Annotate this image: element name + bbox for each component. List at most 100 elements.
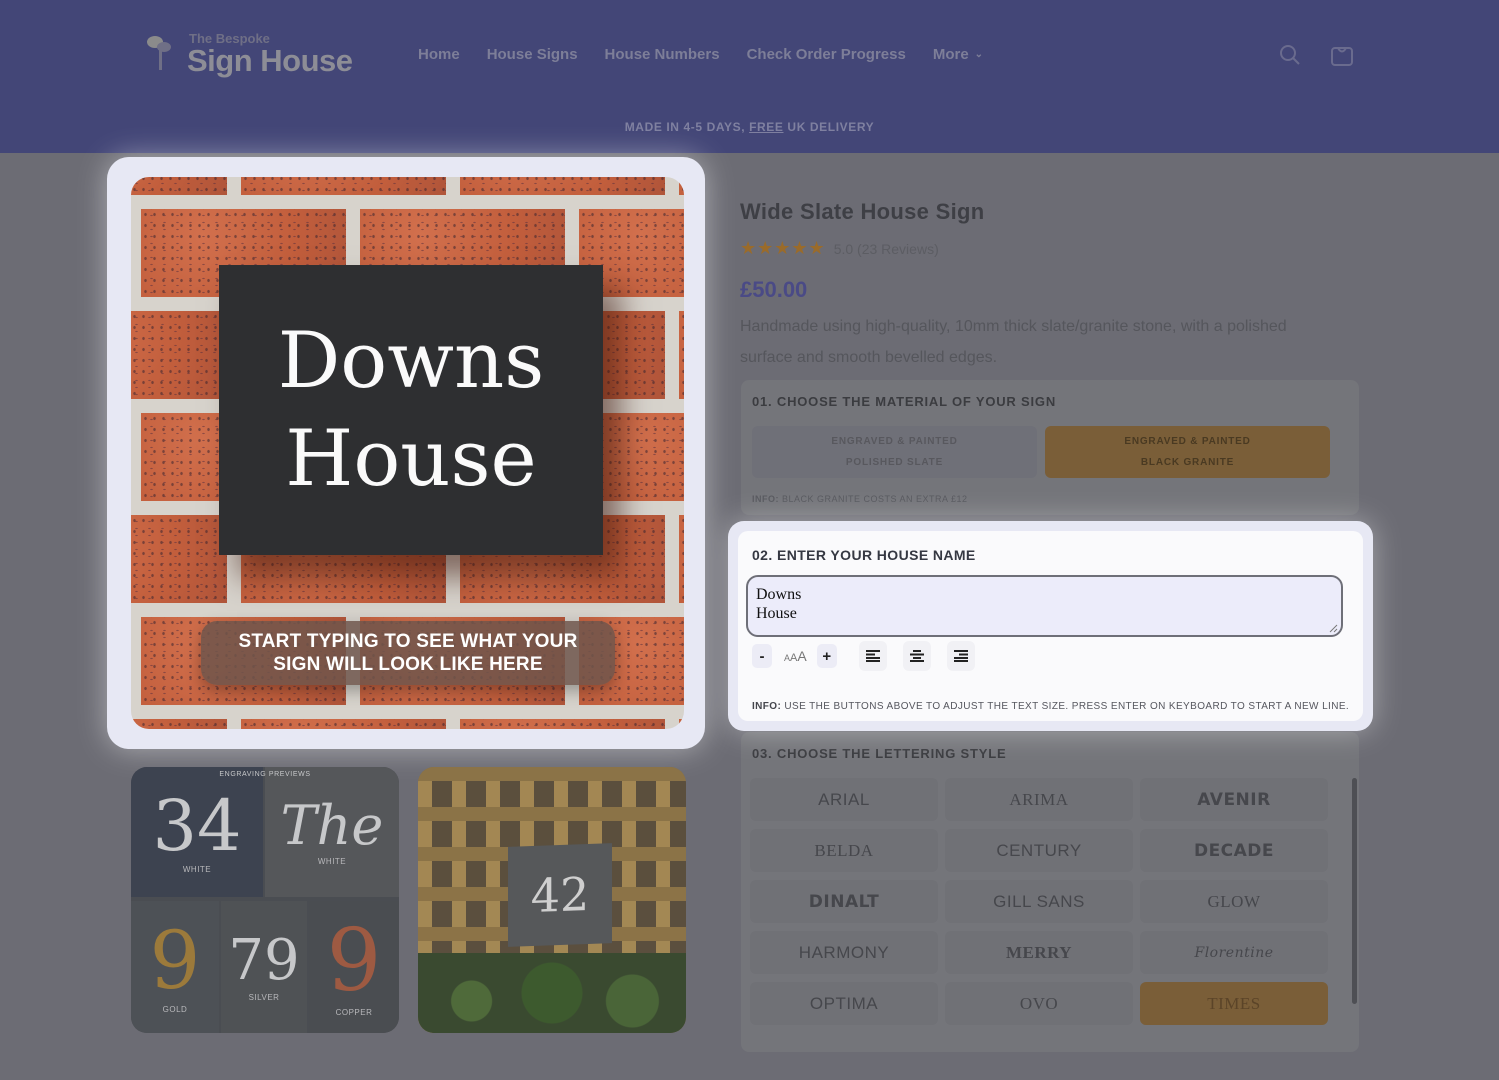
material-section: 01. CHOOSE THE MATERIAL OF YOUR SIGN ENG… xyxy=(741,380,1359,515)
sign-preview-frame: Downs House START TYPING TO SEE WHAT YOU… xyxy=(107,157,705,749)
thumb-number-9-copper: 9 xyxy=(326,910,382,1011)
search-icon[interactable] xyxy=(1277,42,1303,73)
align-center-icon xyxy=(909,650,924,662)
option-line-1: ENGRAVED & PAINTED xyxy=(831,436,958,447)
thumb-caption-gold: GOLD xyxy=(162,1004,188,1014)
slate-sign-preview: Downs House xyxy=(219,265,603,555)
banner-prefix: MADE IN 4-5 DAYS, xyxy=(624,120,750,134)
font-option-harmony[interactable]: HARMONY xyxy=(750,931,938,974)
font-option-arial[interactable]: ARIAL xyxy=(750,778,938,821)
product-rating[interactable]: ★★★★★ 5.0 (23 Reviews) xyxy=(740,238,939,259)
chevron-down-icon: ⌄ xyxy=(974,49,984,60)
thumb-number-34: 34 xyxy=(152,784,242,867)
house-name-input[interactable] xyxy=(746,575,1343,637)
signpost-logo-icon xyxy=(145,32,177,72)
lettering-section: 03. CHOOSE THE LETTERING STYLE ARIAL ARI… xyxy=(741,732,1359,1052)
align-left-button[interactable] xyxy=(858,641,887,671)
thumb-caption-white: WHITE xyxy=(182,864,212,874)
font-option-century[interactable]: CENTURY xyxy=(945,829,1133,872)
brick xyxy=(241,177,446,195)
material-option-polished-slate[interactable]: ENGRAVED & PAINTED POLISHED SLATE xyxy=(752,426,1037,478)
font-option-belda[interactable]: BELDA xyxy=(750,829,938,872)
thumb-caption-silver: SILVER xyxy=(248,992,280,1002)
thumb-number-79: 79 xyxy=(228,927,300,993)
brick xyxy=(679,311,684,399)
font-option-merry[interactable]: MERRY xyxy=(945,931,1133,974)
material-option-black-granite[interactable]: ENGRAVED & PAINTED BLACK GRANITE xyxy=(1045,426,1330,478)
nav-house-signs[interactable]: House Signs xyxy=(487,46,578,63)
info-label: INFO: xyxy=(752,701,782,712)
cart-icon[interactable] xyxy=(1329,42,1355,73)
brick xyxy=(460,177,665,195)
material-info: INFO: BLACK GRANITE COSTS AN EXTRA £12 xyxy=(752,494,968,504)
rating-text: 5.0 (23 Reviews) xyxy=(833,240,939,257)
brick xyxy=(460,719,665,729)
brick xyxy=(131,311,227,399)
align-center-button[interactable] xyxy=(902,641,931,671)
thumb-heading: ENGRAVING PREVIEWS xyxy=(219,771,311,778)
thumb-caption-white-2: WHITE xyxy=(317,856,347,866)
site-header: The Bespoke Sign House Home House Signs … xyxy=(0,0,1499,153)
material-label: 01. CHOOSE THE MATERIAL OF YOUR SIGN xyxy=(752,394,1057,409)
resize-handle-icon[interactable] xyxy=(1328,623,1338,633)
brick xyxy=(241,719,446,729)
text-size-icon: A A A xyxy=(784,648,807,664)
thumb-slate-42: 42 xyxy=(508,843,612,947)
nav-house-numbers[interactable]: House Numbers xyxy=(605,46,720,63)
main-nav: Home House Signs House Numbers Check Ord… xyxy=(418,46,983,63)
increase-size-button[interactable]: + xyxy=(816,644,837,668)
sign-line-1: Downs xyxy=(277,316,545,406)
preview-hint-overlay: START TYPING TO SEE WHAT YOUR SIGN WILL L… xyxy=(201,621,615,685)
info-text: BLACK GRANITE COSTS AN EXTRA £12 xyxy=(779,494,968,504)
align-right-icon xyxy=(953,650,968,662)
nav-more-label: More xyxy=(932,46,969,63)
product-description: Handmade using high-quality, 10mm thick … xyxy=(740,318,1287,366)
nav-check-order-progress[interactable]: Check Order Progress xyxy=(747,46,906,63)
brick xyxy=(131,719,227,729)
font-option-decade[interactable]: DECADE xyxy=(1140,829,1328,872)
product-price: £50.00 xyxy=(740,277,808,302)
align-right-button[interactable] xyxy=(946,641,975,671)
preview-hint-line-1: START TYPING TO SEE WHAT YOUR xyxy=(238,631,578,652)
info-text: USE THE BUTTONS ABOVE TO ADJUST THE TEXT… xyxy=(781,701,1350,712)
house-name-info: INFO: USE THE BUTTONS ABOVE TO ADJUST TH… xyxy=(752,701,1349,712)
nav-more[interactable]: More ⌄ xyxy=(933,46,983,63)
nav-home[interactable]: Home xyxy=(418,46,460,63)
option-line-1: ENGRAVED & PAINTED xyxy=(1124,436,1251,447)
font-option-avenir[interactable]: AVENIR xyxy=(1140,778,1328,821)
font-option-arima[interactable]: ARIMA xyxy=(945,778,1133,821)
font-options-grid: ARIAL ARIMA AVENIR BELDA CENTURY DECADE … xyxy=(750,778,1330,1025)
font-option-times[interactable]: TIMES xyxy=(1140,982,1328,1025)
thumb-caption-copper: COPPER xyxy=(335,1007,373,1017)
thumbnail-garden-sign[interactable]: 42 xyxy=(418,767,686,1033)
house-name-label: 02. ENTER YOUR HOUSE NAME xyxy=(752,547,976,563)
size-glyph-large: A xyxy=(797,648,807,664)
logo-name: Sign House xyxy=(187,43,353,78)
size-glyph-medium: A xyxy=(790,652,798,664)
foliage xyxy=(418,953,686,1033)
star-rating-icon: ★★★★★ xyxy=(740,238,826,258)
thumb-number-42: 42 xyxy=(530,866,590,924)
info-label: INFO: xyxy=(752,494,779,504)
option-line-2: POLISHED SLATE xyxy=(845,457,944,468)
option-line-2: BLACK GRANITE xyxy=(1140,457,1235,468)
thumbnail-engraving-previews[interactable]: 34 WHITE The WHITE 9 GOLD 79 SILVER 9 CO… xyxy=(131,767,399,1033)
preview-hint-line-2: SIGN WILL LOOK LIKE HERE xyxy=(273,654,543,675)
thumb-number-9-gold: 9 xyxy=(149,913,201,1007)
brick xyxy=(131,177,227,195)
font-option-dinalt[interactable]: DINALT xyxy=(750,880,938,923)
decrease-size-button[interactable]: - xyxy=(752,644,772,668)
sign-line-2: House xyxy=(285,414,537,504)
font-option-ovo[interactable]: OVO xyxy=(945,982,1133,1025)
banner-suffix: UK DELIVERY xyxy=(783,120,875,134)
font-option-optima[interactable]: OPTIMA xyxy=(750,982,938,1025)
brick xyxy=(679,177,684,195)
font-option-gill-sans[interactable]: GILL SANS xyxy=(945,880,1133,923)
font-option-florentine[interactable]: Florentine xyxy=(1140,931,1328,974)
font-option-glow[interactable]: GLOW xyxy=(1140,880,1328,923)
lettering-label: 03. CHOOSE THE LETTERING STYLE xyxy=(752,746,1007,761)
banner-free-link[interactable]: FREE xyxy=(749,120,783,134)
font-list-scrollbar[interactable] xyxy=(1352,778,1357,1004)
house-name-section: 02. ENTER YOUR HOUSE NAME - A A A + xyxy=(728,521,1373,731)
site-logo[interactable]: The Bespoke Sign House xyxy=(145,32,353,76)
